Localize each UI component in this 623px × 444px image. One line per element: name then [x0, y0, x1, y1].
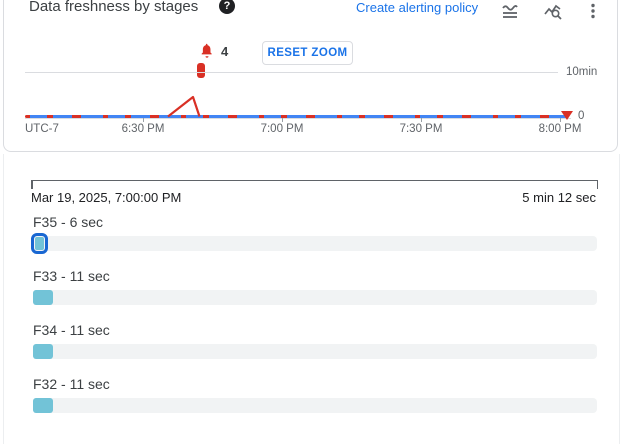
create-alerting-policy-link[interactable]: Create alerting policy — [356, 0, 478, 15]
chart-card: Data freshness by stages ? Create alerti… — [3, 0, 618, 152]
details-panel: Mar 19, 2025, 7:00:00 PM 5 min 12 sec F3… — [3, 154, 620, 444]
reset-zoom-button[interactable]: RESET ZOOM — [262, 41, 353, 65]
stage-label: F33 - 11 sec — [33, 268, 110, 284]
stage-track — [33, 236, 597, 251]
stage-row-f33: F33 - 11 sec — [31, 268, 598, 318]
x-axis-tick — [143, 118, 144, 122]
stage-track — [33, 398, 597, 413]
detail-timestamp: Mar 19, 2025, 7:00:00 PM — [31, 190, 181, 205]
wavy-lines-icon — [500, 1, 520, 21]
detail-window-duration: 5 min 12 sec — [522, 190, 596, 205]
x-axis-tick-label: 6:30 PM — [122, 123, 165, 135]
stage-bar[interactable] — [33, 290, 53, 305]
alert-incident-marker[interactable] — [197, 63, 205, 78]
alert-count: 4 — [221, 44, 228, 59]
stage-bar-selected[interactable] — [31, 233, 48, 254]
stage-track — [33, 344, 597, 359]
x-axis-line — [25, 118, 571, 119]
stage-row-f32: F32 - 11 sec — [31, 376, 598, 426]
x-axis-tick-label: 8:00 PM — [539, 123, 582, 135]
time-window-ruler — [31, 180, 598, 181]
chart-zoom-icon[interactable] — [541, 0, 565, 23]
stage-label: F34 - 11 sec — [33, 322, 110, 338]
help-icon[interactable]: ? — [219, 0, 235, 14]
end-point-marker-icon[interactable] — [561, 111, 573, 120]
line-chart-magnifier-icon — [543, 1, 563, 21]
stage-track — [33, 290, 597, 305]
more-options-icon[interactable] — [581, 0, 605, 23]
threshold-gridline — [25, 72, 558, 73]
stage-row-f35: F35 - 6 sec — [31, 214, 598, 264]
timezone-label: UTC-7 — [25, 123, 59, 135]
vertical-dots-icon — [584, 2, 602, 20]
stage-bar[interactable] — [33, 344, 53, 359]
alert-bell-icon[interactable] — [199, 43, 215, 59]
threshold-label: 10min — [566, 66, 597, 78]
stage-label: F35 - 6 sec — [33, 214, 103, 230]
x-axis-tick-label: 7:00 PM — [261, 123, 304, 135]
chart-title: Data freshness by stages — [29, 0, 198, 15]
x-axis-tick — [282, 118, 283, 122]
stage-bar[interactable] — [33, 398, 53, 413]
x-axis-tick — [421, 118, 422, 122]
end-point-value: 0 — [578, 110, 584, 122]
chart-mode-icon[interactable] — [498, 0, 522, 23]
stage-label: F32 - 11 sec — [33, 376, 110, 392]
stage-row-f34: F34 - 11 sec — [31, 322, 598, 372]
x-axis-tick-label: 7:30 PM — [400, 123, 443, 135]
